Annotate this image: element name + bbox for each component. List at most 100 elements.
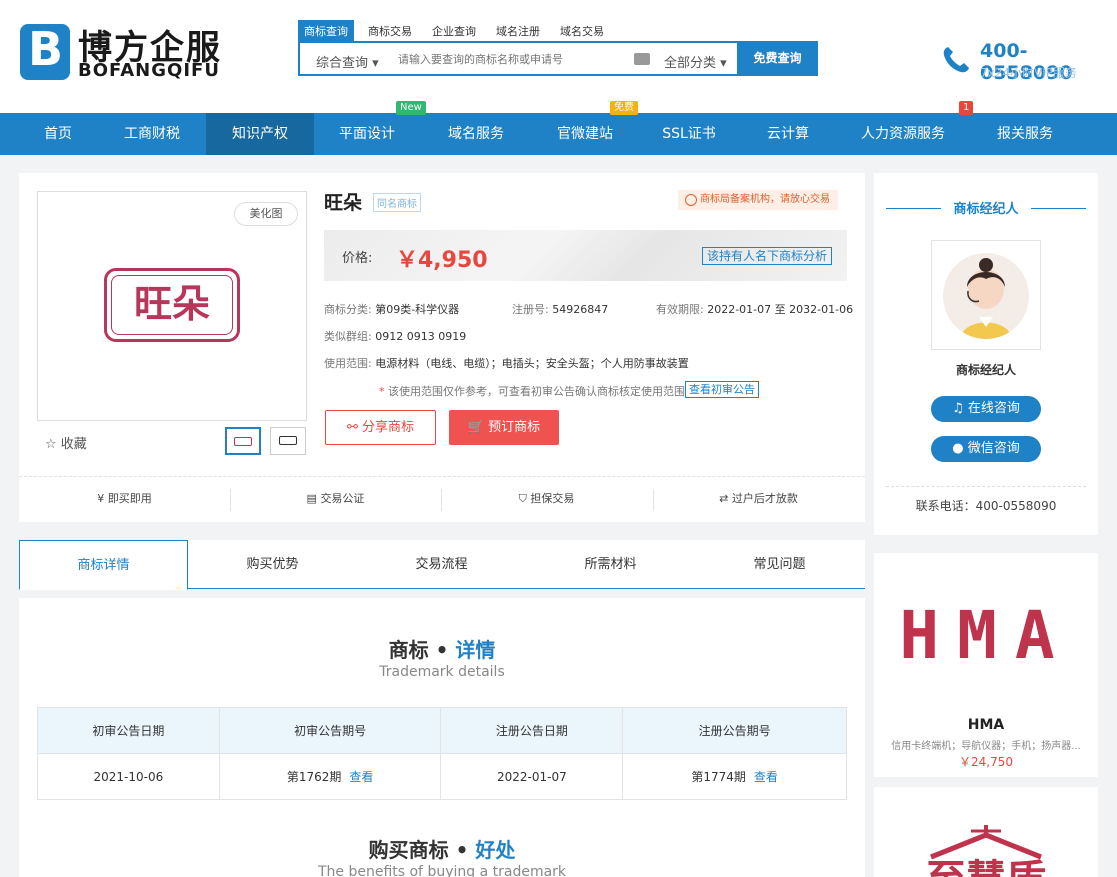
cart-icon: 🛒 (467, 420, 489, 435)
transfer-icon: ⇄ (719, 492, 732, 505)
trust-notice: 商标局备案机构，请放心交易 (678, 190, 838, 210)
feature-escrow: ⛉ 担保交易 (518, 492, 575, 505)
svg-text:至慧盾: 至慧盾 (926, 857, 1046, 877)
details-title: 商标 • 详情 (388, 638, 496, 662)
valid-period: 有效期限: 2022-01-07 至 2032-01-06 (656, 303, 854, 316)
recommend-card[interactable]: HMA HMA 信用卡终端机；导航仪器；手机；扬声器... ￥24,750 (874, 553, 1098, 777)
badge-free: 免费 (610, 101, 638, 115)
announcement-table: 初审公告日期 初审公告期号 注册公告日期 注册公告期号 2021-10-06 第… (37, 707, 847, 800)
same-name-tag[interactable]: 同名商标 (373, 193, 421, 212)
price-value: ￥4,950 (396, 248, 488, 273)
nav-ip[interactable]: 知识产权 (206, 113, 314, 155)
search-tab-company[interactable]: 企业查询 (426, 20, 482, 42)
badge-new: New (396, 101, 426, 115)
nav-graphic-design[interactable]: 平面设计 (322, 113, 412, 155)
logo-name-en[interactable]: BOFANGQIFU (78, 60, 220, 81)
search-tab-trademark[interactable]: 商标查询 (298, 20, 354, 42)
recommend-card[interactable]: 至慧盾 (874, 787, 1098, 877)
tab-faq[interactable]: 常见问题 (695, 540, 864, 589)
reg-number: 注册号: 54926847 (512, 303, 609, 316)
nav-cloud[interactable]: 云计算 (752, 113, 824, 155)
phone-icon (943, 47, 969, 73)
view-announcement-link[interactable]: 查看初审公告 (685, 381, 759, 398)
yen-icon: ¥ (97, 492, 108, 505)
search-tab-domain-reg[interactable]: 域名注册 (490, 20, 546, 42)
hotline-subtitle: 7x24小时VIP服务 (980, 66, 1077, 80)
nav-domain[interactable]: 域名服务 (430, 113, 522, 155)
detail-section: 商标 • 详情 Trademark details 初审公告日期 初审公告期号 … (19, 598, 865, 877)
agent-avatar-icon (943, 253, 1029, 339)
detail-tabs: 商标详情 购买优势 交易流程 所需材料 常见问题 (19, 540, 865, 590)
scope-note: * 该使用范围仅作参考，可查看初审公告确认商标核定使用范围 (379, 385, 685, 398)
nav-home[interactable]: 首页 (30, 113, 86, 155)
feature-notarized: ▤ 交易公证 (306, 492, 365, 505)
feature-pay-after-transfer: ⇄ 过户后才放款 (719, 492, 798, 505)
badge-count: 1 (959, 101, 974, 115)
nav-ssl[interactable]: SSL证书 (648, 113, 730, 155)
shield-icon: ⛉ (518, 492, 531, 505)
tab-details[interactable]: 商标详情 (19, 540, 188, 590)
tab-materials[interactable]: 所需材料 (526, 540, 695, 589)
col-prelim-issue: 初审公告期号 (218, 707, 442, 754)
prelim-date-cell: 2021-10-06 (37, 753, 220, 800)
class-info: 商标分类: 第09类-科学仪器 (324, 303, 460, 316)
share-icon: ⚯ (346, 420, 362, 435)
thumbnail-1[interactable] (225, 427, 261, 455)
thumbnail-2[interactable] (270, 427, 306, 455)
agent-phone: 联系电话：400-0558090 (915, 499, 1057, 513)
holder-analysis-link[interactable]: 该持有人名下商标分析 (702, 247, 833, 265)
order-button[interactable]: 🛒 预订商标 (449, 410, 559, 445)
table-row: 2021-10-06 第1762期 查看 2022-01-07 第1774期 查看 (37, 753, 847, 800)
benefits-subtitle: The benefits of buying a trademark (317, 864, 567, 877)
nav-customs[interactable]: 报关服务 (982, 113, 1068, 155)
search-box: 综合查询 ▾ 全部分类 ▾ 免费查询 (298, 41, 818, 76)
recommend-name: HMA (967, 717, 1005, 733)
col-reg-date: 注册公告日期 (440, 707, 624, 754)
trademark-logo-text: 旺朵 (111, 275, 233, 335)
recommend-logo: 至慧盾 (911, 817, 1061, 877)
headset-icon: ♫ (952, 401, 968, 416)
price-label: 价格: (342, 251, 373, 266)
usage-scope: 使用范围: 电源材料（电线、电缆）；电插头；安全头盔；个人用防事故装置 (324, 357, 689, 370)
favorite-button[interactable]: ☆ 收藏 (45, 433, 87, 452)
view-prelim-link[interactable]: 查看 (349, 770, 373, 784)
search-tabs: 商标查询 商标交易 企业查询 域名注册 域名交易 (298, 20, 618, 42)
nav-hr[interactable]: 人力资源服务 (848, 113, 958, 155)
camera-icon[interactable] (634, 53, 650, 65)
similar-groups: 类似群组: 0912 0913 0919 (324, 330, 467, 343)
benefits-title: 购买商标 • 好处 (368, 838, 516, 862)
document-icon: ▤ (306, 492, 321, 505)
reg-issue-cell: 第1774期 查看 (622, 753, 847, 800)
badge-icon (685, 194, 697, 206)
trademark-image-frame: 美化图 旺朵 (37, 191, 307, 421)
agent-card: 商标经纪人 商标经纪人 ♫ 在线咨询 ● 微信咨询 联系电话：400-05580… (874, 173, 1098, 535)
nav-business-tax[interactable]: 工商财税 (106, 113, 198, 155)
logo-icon[interactable]: B (20, 22, 70, 80)
share-button[interactable]: ⚯ 分享商标 (325, 410, 436, 445)
reg-date-cell: 2022-01-07 (440, 753, 624, 800)
search-type-select[interactable]: 综合查询 ▾ (316, 52, 379, 71)
col-prelim-date: 初审公告日期 (37, 707, 220, 754)
agent-name: 商标经纪人 (955, 363, 1016, 377)
avatar (931, 240, 1041, 350)
online-consult-button[interactable]: ♫ 在线咨询 (931, 396, 1041, 422)
trademark-name: 旺朵 (324, 192, 363, 214)
search-input[interactable] (398, 47, 618, 71)
category-select[interactable]: 全部分类 ▾ (664, 52, 727, 71)
trademark-card: 美化图 旺朵 ☆ 收藏 旺朵 同名商标 商标局备案机构，请放心交易 价格: ￥4… (19, 173, 865, 522)
wechat-consult-button[interactable]: ● 微信咨询 (931, 436, 1041, 462)
divider (19, 476, 865, 477)
search-tab-trade[interactable]: 商标交易 (362, 20, 418, 42)
prelim-issue-cell: 第1762期 查看 (218, 753, 442, 800)
recommend-desc: 信用卡终端机；导航仪器；手机；扬声器... (891, 741, 1081, 752)
search-button[interactable]: 免费查询 (737, 41, 818, 76)
details-subtitle: Trademark details (379, 664, 505, 680)
beautify-button[interactable]: 美化图 (234, 202, 298, 226)
view-reg-link[interactable]: 查看 (754, 770, 778, 784)
col-reg-issue: 注册公告期号 (622, 707, 847, 754)
nav-site-build[interactable]: 官微建站 (540, 113, 630, 155)
search-tab-domain-trade[interactable]: 域名交易 (554, 20, 610, 42)
main-nav: 首页 工商财税 知识产权 平面设计 域名服务 官微建站 SSL证书 云计算 人力… (0, 113, 1117, 155)
tab-advantages[interactable]: 购买优势 (188, 540, 357, 589)
tab-process[interactable]: 交易流程 (357, 540, 526, 589)
